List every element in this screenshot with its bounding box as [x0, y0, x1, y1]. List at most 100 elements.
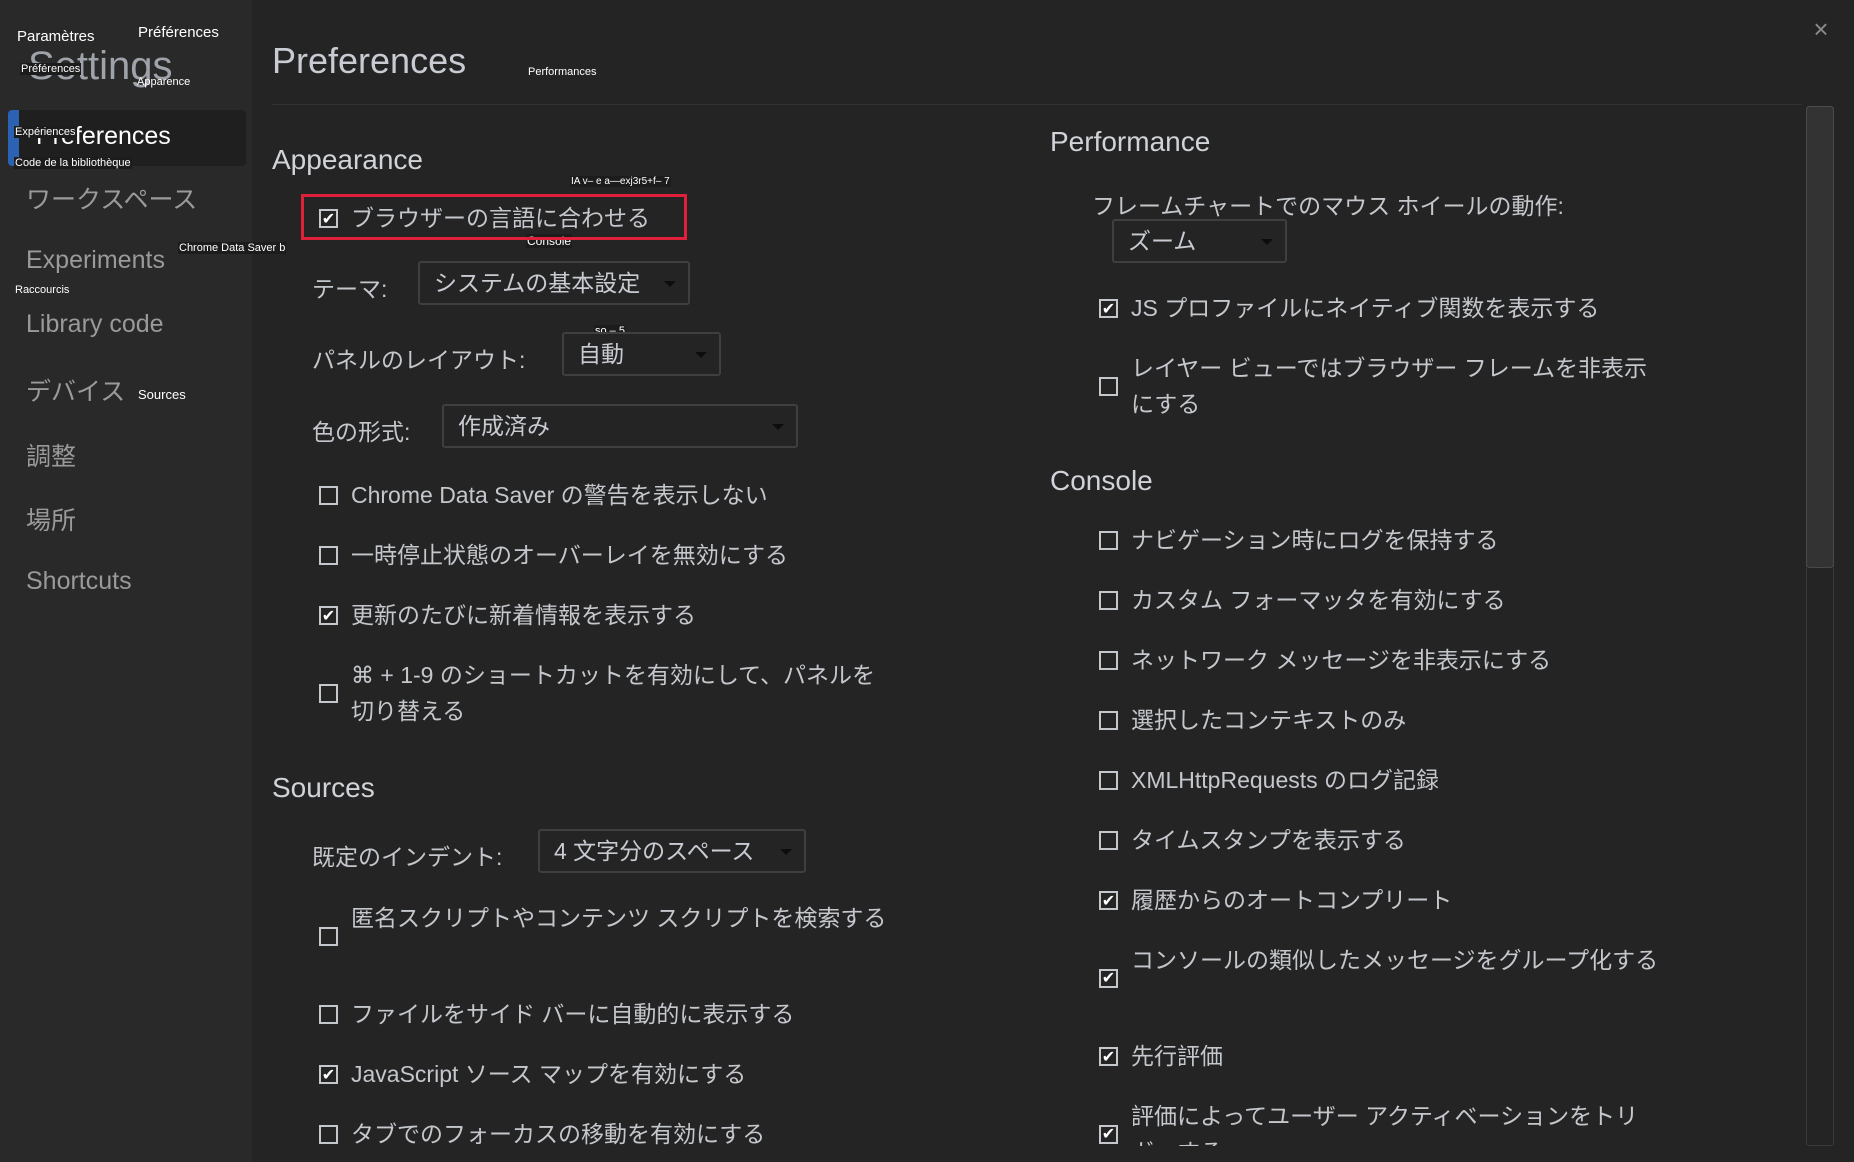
overlay-preferences-top: Préférences	[138, 24, 219, 41]
checkbox[interactable]	[319, 1005, 338, 1024]
checkbox-label: 履歴からのオートコンプリート	[1131, 887, 1453, 913]
checkbox[interactable]	[1099, 531, 1118, 550]
panel-layout-select[interactable]: 自動	[562, 332, 721, 376]
sidebar-item-locations[interactable]: 場所	[26, 501, 76, 537]
checkbox-label: 更新のたびに新着情報を表示する	[351, 602, 696, 628]
checkbox-label: コンソールの類似したメッセージをグループ化する	[1131, 947, 1659, 973]
sidebar-item-library-code[interactable]: Library code	[26, 310, 164, 339]
checkbox-label: ネットワーク メッセージを非表示にする	[1131, 647, 1552, 673]
close-icon[interactable]: ×	[1810, 16, 1832, 42]
sidebar-item-throttling[interactable]: 調整	[26, 437, 76, 473]
checkbox-row[interactable]: Chrome Data Saver の警告を表示しない	[319, 477, 768, 513]
theme-select-value: システムの基本設定	[434, 270, 641, 296]
section-title-performance: Performance	[1050, 126, 1211, 157]
checkbox-checked[interactable]	[1099, 891, 1118, 910]
overlay-apparence: Apparence	[137, 76, 191, 88]
checkbox-checked[interactable]	[319, 209, 338, 228]
overlay-performances: Performances	[528, 66, 597, 78]
checkbox-label: カスタム フォーマッタを有効にする	[1131, 587, 1506, 613]
theme-select[interactable]: システムの基本設定	[418, 261, 690, 305]
checkbox-checked[interactable]	[1099, 1047, 1118, 1066]
checkbox-label: ナビゲーション時にログを保持する	[1131, 527, 1499, 553]
sidebar: Settings Preferences ワークスペース Experiments…	[0, 0, 252, 1162]
overlay-sources: Sources	[138, 387, 186, 402]
sidebar-item-experiments[interactable]: Experiments	[26, 246, 165, 275]
section-title-console: Console	[1050, 465, 1153, 496]
checkbox[interactable]	[1099, 376, 1118, 396]
default-indent-select-value: 4 文字分のスペース	[554, 838, 755, 864]
checkbox-label: ⌘ + 1-9 のショートカットを有効にして、パネルを切り替える	[351, 662, 876, 724]
section-title-sources: Sources	[272, 772, 375, 803]
checkbox-row[interactable]: 一時停止状態のオーバーレイを無効にする	[319, 537, 788, 573]
checkbox[interactable]	[319, 683, 338, 703]
overlay-code-bibliotheque: Code de la bibliothèque	[14, 157, 132, 169]
checkbox-label: JS プロファイルにネイティブ関数を表示する	[1131, 295, 1600, 321]
checkbox-label: JavaScript ソース マップを有効にする	[351, 1061, 747, 1087]
chevron-down-icon	[772, 424, 784, 430]
checkbox-row[interactable]: XMLHttpRequests のログ記録	[1099, 762, 1439, 798]
panel-layout-label: パネルのレイアウト:	[312, 347, 526, 373]
checkbox-row[interactable]: JS プロファイルにネイティブ関数を表示する	[1099, 290, 1599, 326]
checkbox-row[interactable]: レイヤー ビューではブラウザー フレームを非表示にする	[1099, 350, 1669, 422]
checkbox[interactable]	[1099, 831, 1118, 850]
checkbox[interactable]	[1099, 711, 1118, 730]
theme-label: テーマ:	[312, 276, 388, 302]
checkbox-row[interactable]: 選択したコンテキストのみ	[1099, 702, 1406, 738]
checkbox-row[interactable]: コンソールの類似したメッセージをグループ化する	[1099, 942, 1679, 1014]
default-indent-select[interactable]: 4 文字分のスペース	[538, 829, 806, 873]
checkbox[interactable]	[1099, 771, 1118, 790]
checkbox-row[interactable]: JavaScript ソース マップを有効にする	[319, 1056, 746, 1092]
checkbox-checked[interactable]	[319, 606, 338, 625]
checkbox-row[interactable]: ネットワーク メッセージを非表示にする	[1099, 642, 1551, 678]
sidebar-item-shortcuts[interactable]: Shortcuts	[26, 567, 132, 596]
sidebar-item-workspace[interactable]: ワークスペース	[26, 180, 197, 216]
scrollbar-thumb[interactable]	[1806, 106, 1834, 568]
color-format-select[interactable]: 作成済み	[442, 404, 798, 448]
checkbox-label: ブラウザーの言語に合わせる	[351, 205, 650, 231]
checkbox-label: 匿名スクリプトやコンテンツ スクリプトを検索する	[351, 905, 887, 931]
checkbox-checked[interactable]	[1099, 1124, 1118, 1144]
checkbox-label: タイムスタンプを表示する	[1131, 827, 1406, 853]
checkbox-row[interactable]: タイムスタンプを表示する	[1099, 822, 1406, 858]
sidebar-item-devices[interactable]: デバイス	[26, 372, 125, 408]
checkbox-label: 選択したコンテキストのみ	[1131, 707, 1407, 733]
checkbox-checked[interactable]	[1099, 299, 1118, 318]
checkbox-row-match-browser-language[interactable]: ブラウザーの言語に合わせる	[319, 200, 650, 236]
checkbox-row[interactable]: タブでのフォーカスの移動を有効にする	[319, 1116, 765, 1152]
checkbox-row[interactable]: ナビゲーション時にログを保持する	[1099, 522, 1499, 558]
checkbox[interactable]	[319, 486, 338, 505]
page-title: Preferences	[272, 40, 467, 81]
panel-layout-select-value: 自動	[578, 341, 624, 367]
overlay-garbled: IA v– e a—exj3r5+f– 7	[570, 176, 671, 187]
checkbox-label: Chrome Data Saver の警告を表示しない	[351, 482, 768, 508]
checkbox-row[interactable]: 先行評価	[1099, 1038, 1223, 1074]
checkbox[interactable]	[319, 1125, 338, 1144]
checkbox-checked[interactable]	[1099, 968, 1118, 988]
checkbox-row[interactable]: 履歴からのオートコンプリート	[1099, 882, 1452, 918]
chevron-down-icon	[695, 352, 707, 358]
wheel-action-select-value: ズーム	[1128, 228, 1197, 254]
default-indent-label: 既定のインデント:	[312, 844, 503, 870]
checkbox-row[interactable]: カスタム フォーマッタを有効にする	[1099, 582, 1506, 618]
checkbox[interactable]	[319, 926, 338, 946]
checkbox[interactable]	[1099, 591, 1118, 610]
checkbox-row[interactable]: ファイルをサイド バーに自動的に表示する	[319, 996, 794, 1032]
chevron-down-icon	[780, 849, 792, 855]
checkbox-label: レイヤー ビューではブラウザー フレームを非表示にする	[1131, 355, 1648, 417]
checkbox-label: ファイルをサイド バーに自動的に表示する	[351, 1001, 795, 1027]
wheel-action-select[interactable]: ズーム	[1112, 219, 1287, 263]
title-divider	[272, 104, 1802, 105]
checkbox[interactable]	[1099, 651, 1118, 670]
color-format-label: 色の形式:	[312, 419, 411, 445]
clip: 評価によってユーザー アクティベーションをトリガーする	[1099, 1098, 1659, 1146]
checkbox[interactable]	[319, 546, 338, 565]
section-title-appearance: Appearance	[272, 144, 424, 175]
checkbox-row[interactable]: ⌘ + 1-9 のショートカットを有効にして、パネルを切り替える	[319, 657, 889, 729]
checkbox-row[interactable]: 評価によってユーザー アクティベーションをトリガーする	[1099, 1098, 1659, 1146]
checkbox-row[interactable]: 更新のたびに新着情報を表示する	[319, 597, 696, 633]
checkbox-label: 評価によってユーザー アクティベーションをトリガーする	[1131, 1103, 1639, 1146]
wheel-action-label: フレームチャートでのマウス ホイールの動作:	[1092, 193, 1564, 219]
checkbox-checked[interactable]	[319, 1065, 338, 1084]
checkbox-row[interactable]: 匿名スクリプトやコンテンツ スクリプトを検索する	[319, 900, 889, 972]
overlay-chrome-data-saver: Chrome Data Saver b	[178, 242, 287, 254]
